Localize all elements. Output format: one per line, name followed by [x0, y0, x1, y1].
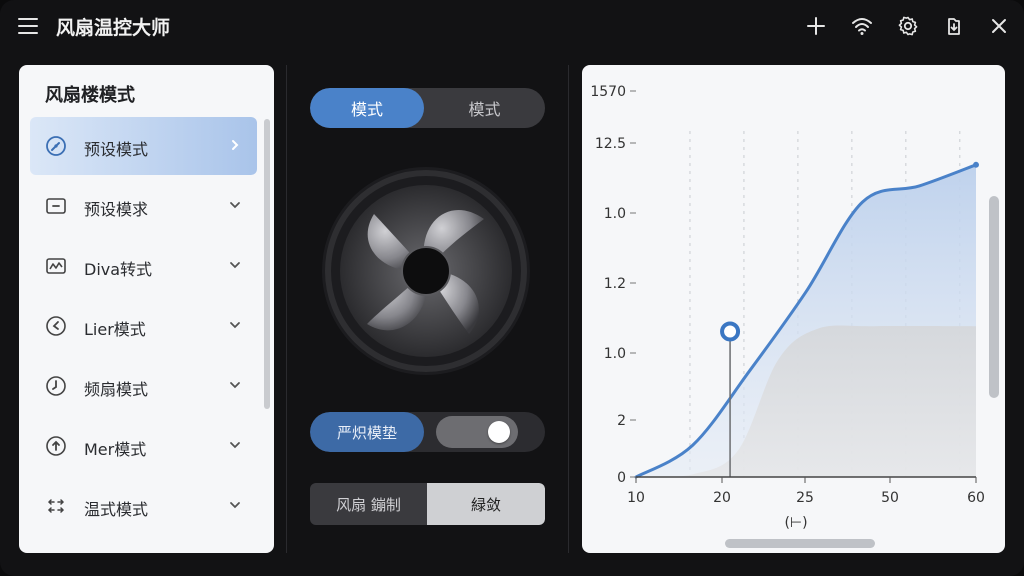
y-tick-label: 1.0: [604, 206, 626, 222]
sidebar-item-preset-mode[interactable]: 预设模式: [30, 117, 257, 175]
chevron-right-icon: [227, 137, 243, 153]
fan-curve-chart: 0 2 1.0 1.2 1.0 12.5 1570 10 20 25 50 60 (⊢): [582, 65, 1005, 553]
panel-title: 风扇楼模式: [45, 85, 135, 106]
sidebar-item-label: Lier模式: [84, 320, 146, 339]
secondary-control-option[interactable]: 緑敛: [427, 483, 545, 525]
mode-option-2[interactable]: 模式: [424, 88, 545, 128]
up-arrow-icon: [45, 435, 67, 457]
chart-vertical-scrollbar[interactable]: [989, 196, 999, 398]
x-tick-label: 60: [967, 490, 985, 506]
curve-marker: [720, 321, 741, 342]
sidebar-item-diva-mode[interactable]: Diva转式: [30, 237, 257, 295]
fan-icon: [322, 167, 530, 375]
plus-icon[interactable]: [804, 14, 828, 38]
sidebar-item-lier-mode[interactable]: Lier模式: [30, 297, 257, 355]
chart-canvas: 0 2 1.0 1.2 1.0 12.5 1570 10 20 25 50 60 (⊢): [590, 84, 985, 531]
sidebar-item-label: Diva转式: [84, 260, 153, 279]
minus-box-icon: [45, 195, 67, 217]
wifi-icon[interactable]: [850, 14, 874, 38]
mode-switch[interactable]: [436, 416, 518, 448]
waveform-icon: [45, 255, 67, 277]
menu-icon[interactable]: [16, 14, 40, 38]
divider: [568, 65, 569, 553]
sidebar-item-label: 温式模式: [84, 500, 149, 519]
sidebar-item-temp-mode[interactable]: 温式模式: [30, 477, 257, 535]
sidebar-item-label: Mer模式: [84, 440, 147, 459]
arrows-icon: [45, 495, 67, 517]
chevron-down-icon: [227, 377, 243, 393]
sidebar-scrollbar[interactable]: [264, 119, 270, 409]
switch-knob: [488, 421, 510, 443]
sidebar-item-preset-mode-2[interactable]: 预设模求: [30, 177, 257, 235]
y-tick-label: 0: [617, 470, 626, 486]
mode-option-1[interactable]: 模式: [310, 88, 424, 128]
sidebar-item-label: 预设模式: [84, 140, 149, 159]
back-arrow-icon: [45, 315, 67, 337]
mode-list: 预设模式 预设模求 Diva转式 Lier模式 频扇模式 Mer模式 温式模式: [30, 117, 257, 537]
y-tick-label: 1.0: [604, 346, 626, 362]
chart-horizontal-scrollbar[interactable]: [725, 539, 875, 548]
curve-end-point: [973, 161, 979, 168]
x-tick-label: 20: [713, 490, 731, 506]
x-tick-label: 10: [627, 490, 645, 506]
sidebar-item-frequency-mode[interactable]: 频扇模式: [30, 357, 257, 415]
app-window: 风扇温控大师 风扇楼模式 预设模式 预设模求 Diva转式 Lier模式 频扇模…: [0, 0, 1024, 576]
sidebar-item-label: 频扇模式: [84, 380, 149, 399]
clock-icon: [45, 375, 67, 397]
chevron-down-icon: [227, 437, 243, 453]
y-tick-label: 1.2: [604, 276, 626, 292]
sidebar-item-label: 预设模求: [84, 200, 149, 219]
fan-mode-panel: 风扇楼模式 预设模式 预设模求 Diva转式 Lier模式 频扇模式 Mer模式…: [19, 65, 274, 553]
chevron-down-icon: [227, 197, 243, 213]
divider: [286, 65, 287, 553]
sidebar-item-mer-mode[interactable]: Mer模式: [30, 417, 257, 475]
fan-control-option[interactable]: 风扇 鏰制: [310, 483, 427, 525]
x-axis-label: (⊢): [784, 515, 807, 531]
gear-icon[interactable]: [896, 14, 920, 38]
gauge-icon: [45, 135, 67, 157]
control-segmented: 风扇 鏰制 緑敛: [310, 483, 545, 525]
export-icon[interactable]: [942, 14, 966, 38]
close-icon[interactable]: [987, 14, 1011, 38]
x-tick-label: 50: [881, 490, 899, 506]
title-bar: 风扇温控大师: [0, 0, 1024, 52]
chevron-down-icon: [227, 317, 243, 333]
toggle-label: 严炽模垫: [310, 412, 424, 452]
app-title: 风扇温控大师: [56, 17, 171, 39]
y-tick-label: 12.5: [595, 136, 626, 152]
mode-segmented-control: 模式 模式: [310, 88, 545, 128]
y-tick-label: 2: [617, 413, 626, 429]
chevron-down-icon: [227, 497, 243, 513]
x-tick-label: 25: [796, 490, 814, 506]
y-tick-label: 1570: [590, 84, 626, 100]
chevron-down-icon: [227, 257, 243, 273]
